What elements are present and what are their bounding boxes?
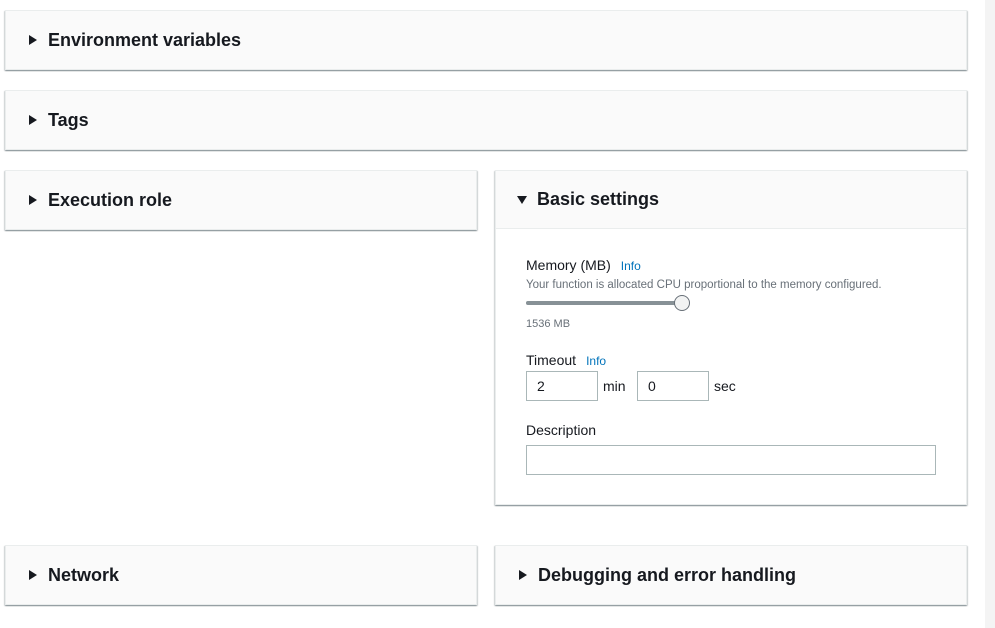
memory-label: Memory (MB) bbox=[526, 257, 611, 273]
timeout-min-unit: min bbox=[603, 378, 626, 394]
memory-description: Your function is allocated CPU proportio… bbox=[526, 279, 882, 291]
panel-title: Tags bbox=[48, 109, 89, 130]
scrollbar[interactable] bbox=[985, 0, 995, 628]
panel-title: Execution role bbox=[48, 189, 173, 210]
description-label: Description bbox=[526, 422, 597, 438]
description-input[interactable] bbox=[526, 445, 936, 475]
caret-right-icon bbox=[519, 570, 527, 580]
caret-right-icon bbox=[29, 115, 37, 125]
network-header[interactable]: Network bbox=[6, 546, 476, 604]
basic-settings-header[interactable]: Basic settings bbox=[496, 171, 966, 229]
memory-slider[interactable] bbox=[526, 294, 690, 312]
basic-settings-body: Memory (MB) Info Your function is allocat… bbox=[496, 230, 966, 504]
tags-panel: Tags bbox=[5, 90, 967, 150]
memory-slider-thumb[interactable] bbox=[674, 295, 690, 311]
timeout-minutes-input[interactable] bbox=[526, 371, 598, 401]
timeout-sec-unit: sec bbox=[714, 378, 736, 394]
caret-right-icon bbox=[29, 195, 37, 205]
basic-settings-panel: Basic settings Memory (MB) Info Your func… bbox=[495, 170, 967, 505]
execution-role-panel: Execution role bbox=[5, 170, 477, 230]
environment-variables-header[interactable]: Environment variables bbox=[6, 11, 966, 69]
timeout-seconds-input[interactable] bbox=[637, 371, 709, 401]
panel-title: Debugging and error handling bbox=[538, 564, 796, 585]
caret-right-icon bbox=[29, 570, 37, 580]
panel-title: Basic settings bbox=[537, 189, 660, 209]
caret-right-icon bbox=[29, 35, 37, 45]
memory-slider-fill bbox=[526, 301, 682, 305]
caret-down-icon bbox=[517, 195, 527, 204]
timeout-label: Timeout bbox=[526, 352, 577, 368]
tags-header[interactable]: Tags bbox=[6, 91, 966, 149]
timeout-info-link[interactable]: Info bbox=[586, 354, 606, 368]
environment-variables-panel: Environment variables bbox=[5, 10, 967, 70]
memory-value: 1536 MB bbox=[526, 318, 571, 330]
execution-role-header[interactable]: Execution role bbox=[6, 171, 476, 229]
debugging-header[interactable]: Debugging and error handling bbox=[496, 546, 966, 604]
panel-title: Environment variables bbox=[48, 29, 242, 50]
debugging-panel: Debugging and error handling bbox=[495, 545, 967, 605]
memory-info-link[interactable]: Info bbox=[621, 259, 641, 273]
panel-title: Network bbox=[48, 564, 120, 585]
network-panel: Network bbox=[5, 545, 477, 605]
